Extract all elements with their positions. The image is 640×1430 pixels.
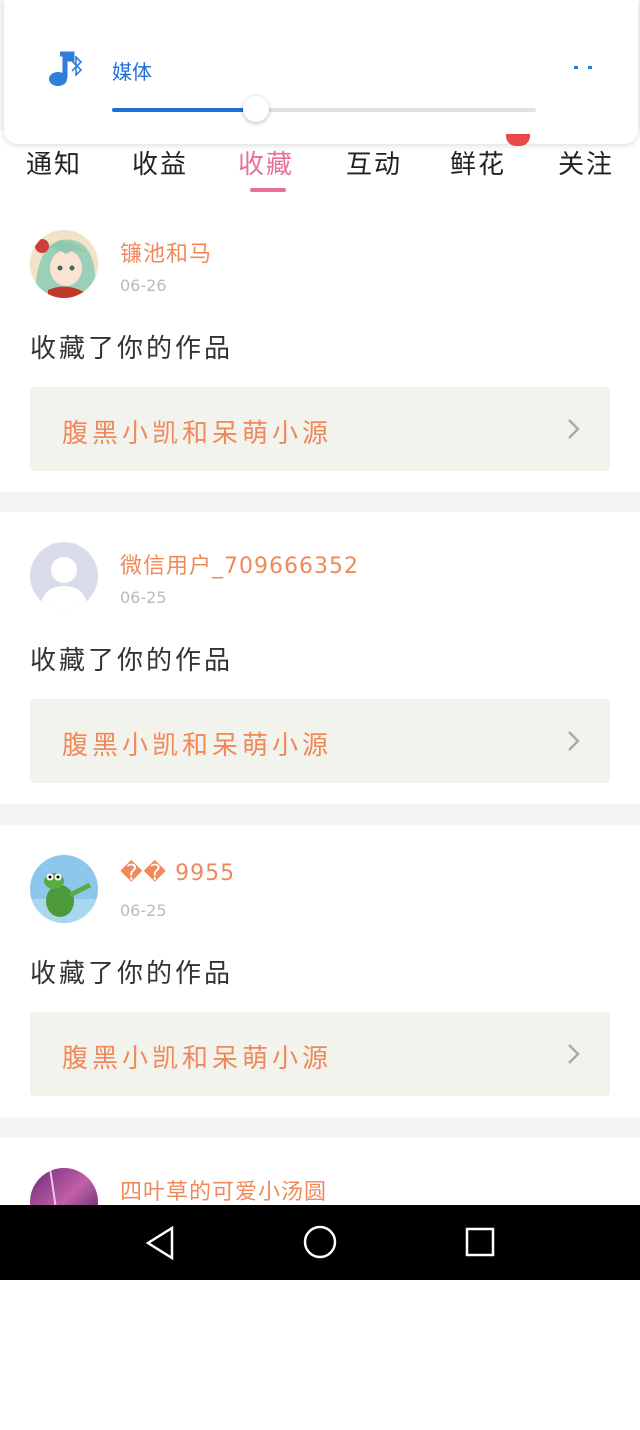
tab-favorites[interactable]: 收藏 — [238, 144, 294, 181]
avatar[interactable] — [30, 542, 98, 610]
system-nav-bar — [0, 1205, 640, 1280]
tab-flowers[interactable]: 鲜花 — [450, 144, 506, 181]
back-triangle-icon[interactable] — [144, 1225, 176, 1265]
action-text: 收藏了你的作品 — [30, 334, 234, 364]
timestamp: 06-25 — [120, 588, 167, 607]
work-title: 腹黑小凯和呆萌小源 — [62, 1044, 333, 1074]
action-text: 收藏了你的作品 — [30, 959, 234, 989]
expand-dots-icon[interactable] — [572, 58, 596, 77]
volume-slider[interactable] — [112, 96, 536, 122]
tab-earnings[interactable]: 收益 — [132, 144, 188, 181]
username[interactable]: 微信用户_709666352 — [120, 548, 359, 580]
list-item[interactable]: 镰池和马 06-26 收藏了你的作品 腹黑小凯和呆萌小源 — [0, 200, 640, 492]
avatar[interactable] — [30, 855, 98, 923]
username[interactable]: 镰池和马 — [120, 236, 212, 268]
work-link[interactable]: 腹黑小凯和呆萌小源 — [30, 387, 610, 471]
action-text: 收藏了你的作品 — [30, 646, 234, 676]
volume-slider-thumb[interactable] — [243, 96, 270, 122]
username[interactable]: 四叶草的可爱小汤圆 — [120, 1174, 327, 1206]
volume-panel: 媒体 — [4, 0, 638, 144]
recents-square-icon[interactable] — [464, 1226, 496, 1262]
list-item[interactable]: �� 9955 06-25 收藏了你的作品 腹黑小凯和呆萌小源 — [0, 825, 640, 1117]
volume-slider-fill — [112, 108, 257, 112]
avatar[interactable] — [30, 230, 98, 298]
timestamp: 06-26 — [120, 276, 167, 295]
work-title: 腹黑小凯和呆萌小源 — [62, 419, 333, 449]
work-title: 腹黑小凯和呆萌小源 — [62, 731, 333, 761]
tab-interactions[interactable]: 互动 — [346, 144, 402, 181]
volume-stream-label: 媒体 — [112, 60, 152, 84]
home-circle-icon[interactable] — [302, 1224, 338, 1264]
tab-following[interactable]: 关注 — [558, 144, 614, 181]
tab-notifications[interactable]: 通知 — [26, 144, 82, 181]
active-tab-indicator — [250, 188, 286, 192]
bluetooth-icon — [70, 55, 84, 80]
chevron-right-icon — [566, 1042, 582, 1070]
work-link[interactable]: 腹黑小凯和呆萌小源 — [30, 1012, 610, 1096]
list-item[interactable]: 微信用户_709666352 06-25 收藏了你的作品 腹黑小凯和呆萌小源 — [0, 512, 640, 804]
timestamp: 06-25 — [120, 901, 167, 920]
chevron-right-icon — [566, 729, 582, 757]
chevron-right-icon — [566, 417, 582, 445]
work-link[interactable]: 腹黑小凯和呆萌小源 — [30, 699, 610, 783]
username[interactable]: �� 9955 — [120, 861, 235, 886]
list-item[interactable]: 四叶草的可爱小汤圆 — [0, 1138, 640, 1430]
